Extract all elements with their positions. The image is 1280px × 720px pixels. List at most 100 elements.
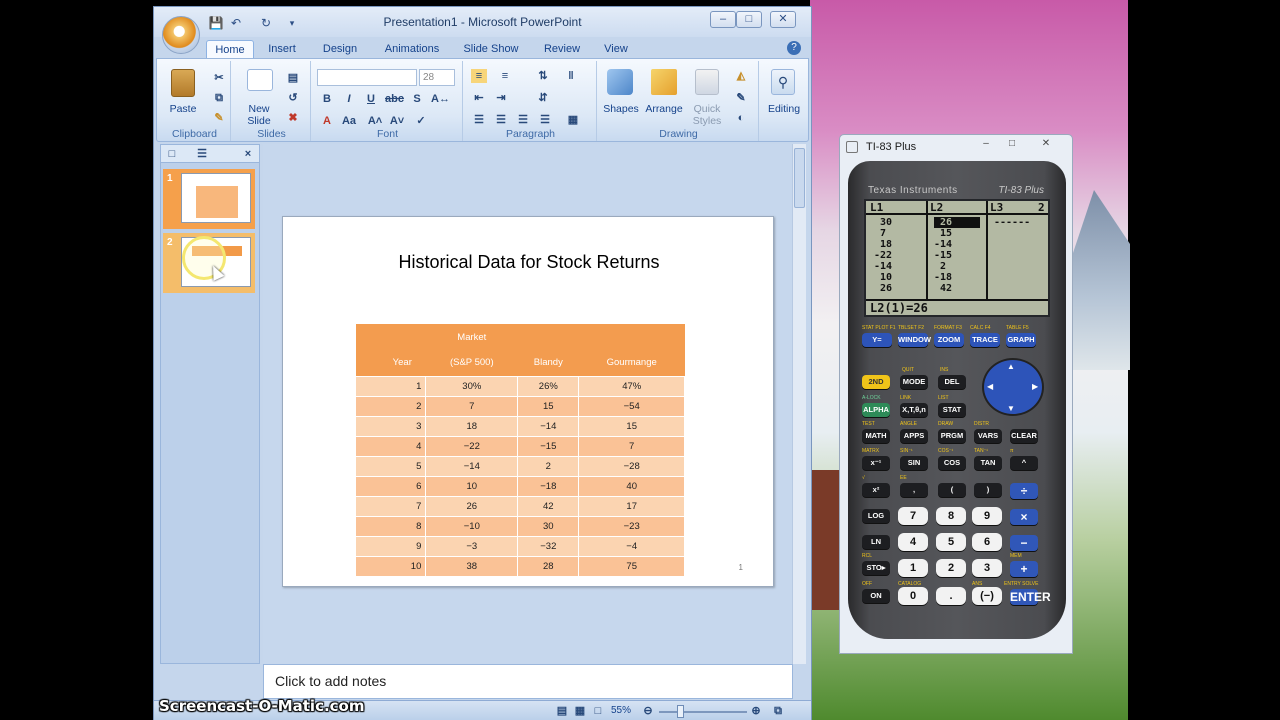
calc-key[interactable]: 9 — [972, 507, 1002, 525]
calc-key[interactable]: TRACE — [970, 333, 1000, 347]
new-slide-label[interactable]: New — [239, 103, 279, 115]
zoom-level[interactable]: 55% — [611, 705, 631, 716]
zoom-in-icon[interactable]: ⊕ — [748, 704, 764, 718]
shrink-font-icon[interactable]: A˅ — [389, 114, 405, 128]
calc-key[interactable]: ÷ — [1010, 483, 1038, 499]
tab-home[interactable]: Home — [206, 40, 254, 59]
calc-close-button[interactable]: ✕ — [1034, 137, 1058, 151]
zoom-slider-track[interactable] — [659, 711, 747, 713]
calc-key[interactable]: + — [1010, 561, 1038, 577]
calc-key[interactable]: . — [936, 587, 966, 605]
close-button[interactable]: ✕ — [770, 11, 796, 28]
shapes-label[interactable]: Shapes — [599, 103, 643, 115]
calc-key[interactable]: WINDOW — [898, 333, 931, 347]
text-direction-icon[interactable]: ⇵ — [535, 91, 551, 105]
find-icon[interactable]: ⚲ — [771, 69, 795, 95]
tab-slide-show[interactable]: Slide Show — [460, 40, 522, 59]
calc-key[interactable]: 2 — [936, 559, 966, 577]
calc-key[interactable]: Y= — [862, 333, 892, 347]
maximize-button[interactable]: □ — [736, 11, 762, 28]
columns-icon[interactable]: ‖ — [563, 69, 579, 83]
minimize-button[interactable]: – — [710, 11, 736, 28]
calc-key[interactable]: 1 — [898, 559, 928, 577]
calc-key[interactable]: DEL — [938, 375, 966, 389]
slide-canvas[interactable]: Historical Data for Stock Returns Market… — [282, 216, 774, 587]
decrease-indent-icon[interactable]: ⇤ — [471, 91, 487, 105]
calc-key[interactable]: COS — [938, 456, 966, 470]
slide-sorter-icon[interactable]: ▦ — [572, 704, 588, 718]
quick-styles-icon[interactable] — [695, 69, 719, 95]
returns-table[interactable]: Market Year (S&P 500) Blandy Gourmange 1… — [356, 324, 685, 576]
calc-key[interactable]: 6 — [972, 533, 1002, 551]
copy-icon[interactable]: ⧉ — [211, 91, 227, 105]
quick-styles-label[interactable]: Quick — [687, 103, 727, 115]
slideshow-view-icon[interactable]: □ — [590, 704, 606, 718]
numbering-icon[interactable]: ≡ — [497, 69, 513, 83]
shape-outline-icon[interactable]: ✎ — [733, 91, 749, 105]
font-size-combo[interactable]: 28 — [419, 69, 455, 86]
cut-icon[interactable]: ✂ — [211, 71, 227, 85]
new-slide-label-2[interactable]: Slide — [239, 115, 279, 127]
fit-to-window-icon[interactable]: ⧉ — [770, 704, 786, 718]
slide-title[interactable]: Historical Data for Stock Returns — [283, 252, 775, 273]
arrange-label[interactable]: Arrange — [641, 103, 687, 115]
calc-key[interactable]: 5 — [936, 533, 966, 551]
delete-slide-icon[interactable]: ✖ — [285, 111, 301, 125]
calc-key[interactable]: SIN — [900, 456, 928, 470]
calc-minimize-button[interactable]: – — [974, 137, 998, 151]
office-button[interactable] — [162, 16, 200, 54]
tab-view[interactable]: View — [600, 40, 632, 59]
arrange-icon[interactable] — [651, 69, 677, 95]
zoom-out-icon[interactable]: ⊖ — [640, 704, 656, 718]
calc-key[interactable]: ALPHA — [862, 403, 890, 417]
calc-key[interactable]: , — [900, 483, 928, 497]
calc-key[interactable]: − — [1010, 535, 1038, 551]
shape-fill-icon[interactable]: ◭ — [733, 69, 749, 83]
smartart-icon[interactable]: ▦ — [565, 113, 581, 127]
calc-key[interactable]: 0 — [898, 587, 928, 605]
font-name-combo[interactable] — [317, 69, 417, 86]
right-arrow-icon[interactable]: ▶ — [1032, 382, 1038, 391]
vertical-scrollbar[interactable] — [792, 144, 806, 664]
char-spacing-icon[interactable]: A↔ — [431, 92, 450, 106]
calc-key[interactable]: CLEAR — [1010, 429, 1038, 443]
bullets-icon[interactable]: ≡ — [471, 69, 487, 83]
shadow-icon[interactable]: S — [409, 92, 425, 106]
slides-tab-icon[interactable]: □ — [165, 147, 179, 161]
up-arrow-icon[interactable]: ▲ — [1007, 362, 1015, 371]
calc-key[interactable]: x⁻¹ — [862, 456, 890, 470]
calc-key[interactable]: ) — [974, 483, 1002, 497]
editing-label[interactable]: Editing — [761, 103, 807, 115]
calc-key[interactable]: TAN — [974, 456, 1002, 470]
calc-key[interactable]: ^ — [1010, 456, 1038, 470]
calc-key[interactable]: x² — [862, 483, 890, 497]
normal-view-icon[interactable]: ▤ — [554, 704, 570, 718]
justify-icon[interactable]: ☰ — [537, 113, 553, 127]
change-case-icon[interactable]: Aa — [341, 114, 357, 128]
clear-format-icon[interactable]: ✓ — [413, 114, 429, 128]
calc-key[interactable]: APPS — [900, 429, 928, 443]
notes-placeholder[interactable]: Click to add notes — [275, 673, 386, 689]
reset-icon[interactable]: ↺ — [285, 91, 301, 105]
calc-key[interactable]: 4 — [898, 533, 928, 551]
strikethrough-icon[interactable]: abc — [385, 92, 404, 106]
grow-font-icon[interactable]: A˄ — [367, 114, 383, 128]
quick-styles-label-2[interactable]: Styles — [687, 115, 727, 127]
calc-key[interactable]: 2ND — [862, 375, 890, 389]
calc-maximize-button[interactable]: □ — [1000, 137, 1024, 151]
calc-key[interactable]: PRGM — [938, 429, 966, 443]
arrow-keys-dpad[interactable]: ▲ ▼ ◀ ▶ — [982, 358, 1044, 416]
calc-key[interactable]: ( — [938, 483, 966, 497]
tab-design[interactable]: Design — [318, 40, 362, 59]
slide-thumb-1[interactable]: 1 — [163, 169, 255, 229]
bold-icon[interactable]: B — [319, 92, 335, 106]
tab-review[interactable]: Review — [540, 40, 584, 59]
increase-indent-icon[interactable]: ⇥ — [493, 91, 509, 105]
notes-pane[interactable]: Click to add notes — [263, 664, 793, 699]
calc-key[interactable]: MATH — [862, 429, 890, 443]
align-right-icon[interactable]: ☰ — [515, 113, 531, 127]
shape-effects-icon[interactable]: ◐ — [733, 111, 749, 125]
calc-key[interactable]: 7 — [898, 507, 928, 525]
tab-insert[interactable]: Insert — [262, 40, 302, 59]
tab-animations[interactable]: Animations — [380, 40, 444, 59]
